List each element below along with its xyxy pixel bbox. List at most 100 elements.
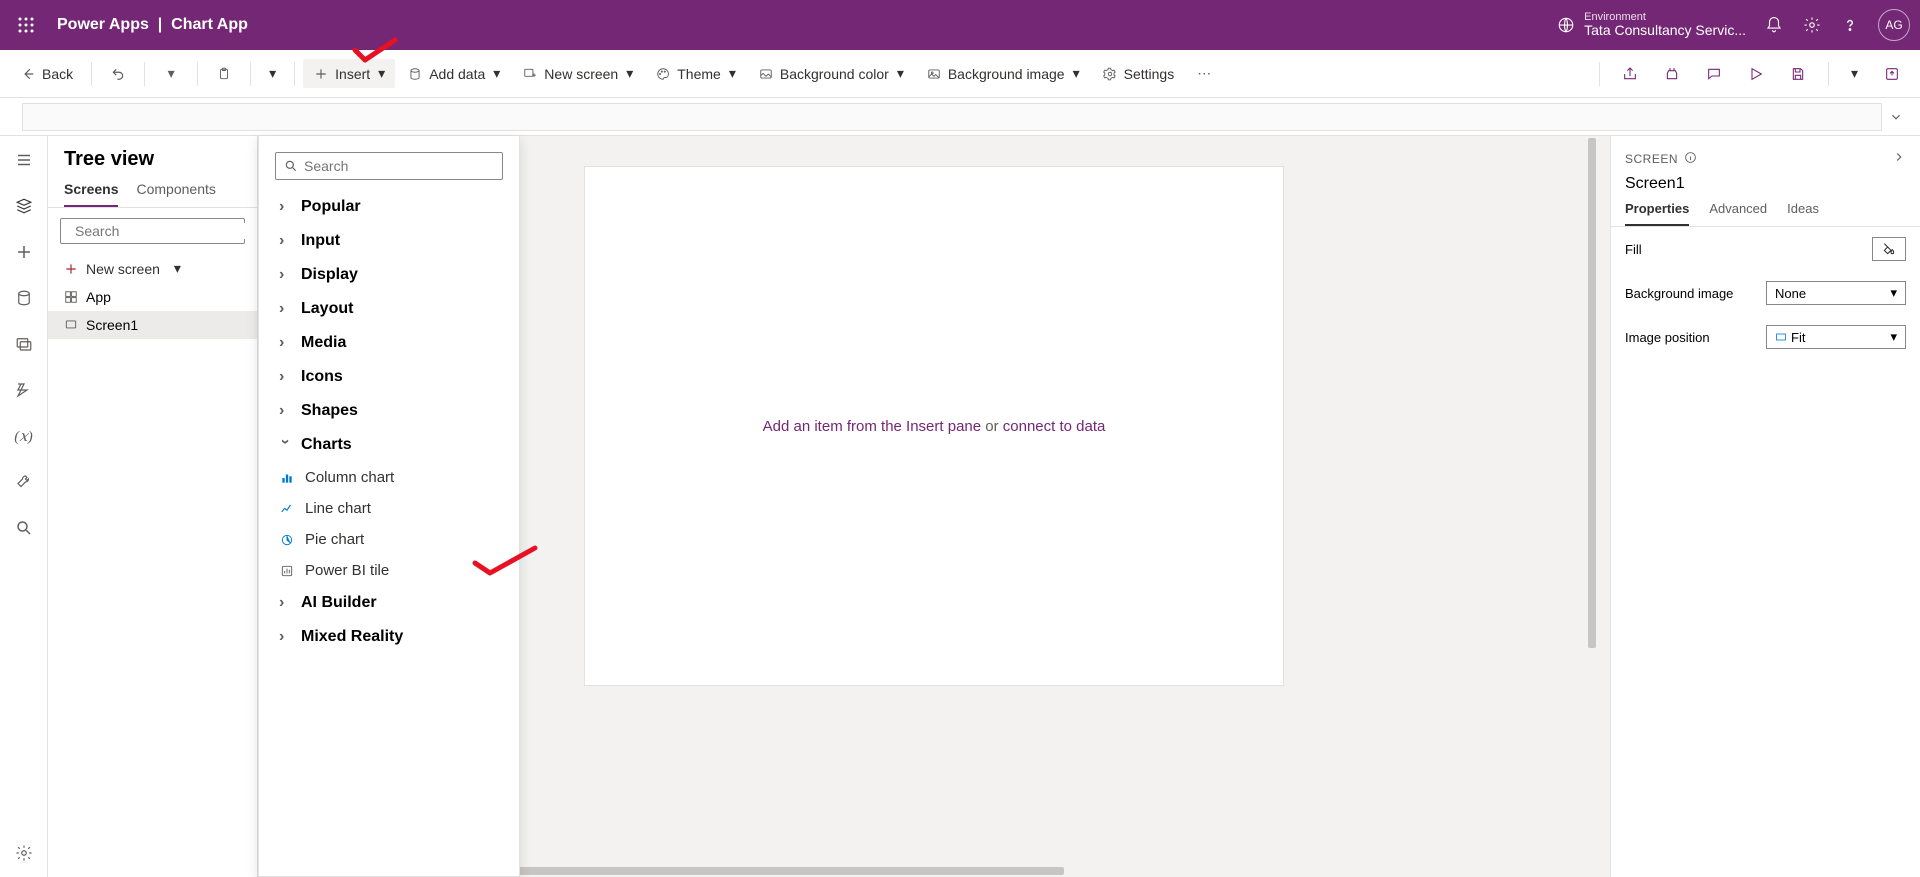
paste-dropdown[interactable]: ▾ — [259, 59, 286, 88]
chevron-right-icon: › — [279, 402, 291, 420]
canvas-hint: Add an item from the Insert pane or conn… — [763, 418, 1106, 435]
share-button[interactable] — [1612, 60, 1648, 88]
app-header: Power Apps | Chart App Environment Tata … — [0, 0, 1920, 50]
insert-item-line-chart[interactable]: Line chart — [259, 493, 519, 524]
environment-picker[interactable]: Environment Tata Consultancy Servic... — [1556, 11, 1746, 38]
new-screen-button[interactable]: New screen ▾ — [512, 59, 643, 88]
back-button[interactable]: Back — [10, 60, 83, 88]
save-button[interactable] — [1780, 60, 1816, 88]
chevron-down-icon: ▾ — [897, 65, 904, 82]
user-avatar[interactable]: AG — [1878, 9, 1910, 41]
expand-formula-bar[interactable] — [1882, 110, 1910, 124]
tab-screens[interactable]: Screens — [64, 181, 118, 207]
comments-button[interactable] — [1696, 60, 1732, 88]
new-screen-tree-button[interactable]: New screen ▾ — [48, 254, 257, 283]
arrow-left-icon — [20, 66, 36, 82]
canvas-hint-insert-link[interactable]: Add an item from the Insert pane — [763, 418, 981, 435]
insert-cat-mixed-reality[interactable]: ›Mixed Reality — [259, 620, 519, 654]
insert-search-input[interactable] — [304, 158, 494, 174]
share-icon — [1622, 66, 1638, 82]
props-tab-properties[interactable]: Properties — [1625, 201, 1689, 226]
insert-cat-input[interactable]: ›Input — [259, 224, 519, 258]
chevron-down-icon: ▾ — [1890, 285, 1897, 301]
publish-button[interactable] — [1874, 60, 1910, 88]
toolbar-overflow[interactable]: ⋯ — [1186, 60, 1222, 88]
globe-icon — [1556, 15, 1576, 35]
powerbi-icon — [279, 564, 295, 578]
insert-cat-icons[interactable]: ›Icons — [259, 360, 519, 394]
media-rail-icon[interactable] — [8, 328, 40, 360]
search-icon — [284, 159, 298, 173]
search-rail-icon[interactable] — [8, 512, 40, 544]
insert-item-column-chart[interactable]: Column chart — [259, 462, 519, 493]
tab-components[interactable]: Components — [136, 181, 215, 207]
chevron-right-icon: › — [279, 266, 291, 284]
vertical-scrollbar[interactable] — [1586, 136, 1598, 865]
paste-button[interactable] — [206, 60, 242, 88]
insert-cat-charts[interactable]: ›Charts — [259, 428, 519, 462]
props-tab-advanced[interactable]: Advanced — [1709, 201, 1767, 226]
notifications-icon[interactable] — [1764, 15, 1784, 35]
fit-icon — [1775, 331, 1787, 343]
collapse-properties-icon[interactable] — [1892, 150, 1906, 167]
insert-cat-ai-builder[interactable]: ›AI Builder — [259, 586, 519, 620]
app-title: Power Apps | Chart App — [57, 16, 248, 34]
palette-icon — [655, 66, 671, 82]
formula-input[interactable] — [22, 103, 1882, 131]
insert-cat-popular[interactable]: ›Popular — [259, 190, 519, 224]
app-icon — [64, 290, 78, 304]
pie-chart-icon — [279, 533, 295, 547]
insert-cat-shapes[interactable]: ›Shapes — [259, 394, 519, 428]
tree-item-app[interactable]: App — [48, 283, 257, 311]
tree-search[interactable] — [60, 218, 245, 244]
undo-button[interactable] — [100, 60, 136, 88]
chevron-down-icon: ▾ — [1073, 65, 1080, 82]
variables-icon[interactable]: (𝑥) — [8, 420, 40, 452]
background-image-button[interactable]: Background image ▾ — [916, 59, 1090, 88]
advanced-tools-icon[interactable] — [8, 466, 40, 498]
chevron-down-icon: ▾ — [626, 65, 633, 82]
environment-name: Tata Consultancy Servic... — [1584, 23, 1746, 38]
insert-cat-media[interactable]: ›Media — [259, 326, 519, 360]
annotation-check-insert — [350, 35, 400, 70]
image-position-select[interactable]: Fit ▾ — [1766, 325, 1906, 349]
canvas-hint-data-link[interactable]: connect to data — [1003, 418, 1106, 435]
hamburger-icon[interactable] — [8, 144, 40, 176]
preview-button[interactable] — [1738, 60, 1774, 88]
data-rail-icon[interactable] — [8, 282, 40, 314]
add-data-button[interactable]: Add data ▾ — [397, 59, 510, 88]
insert-rail-icon[interactable] — [8, 236, 40, 268]
bg-image-select[interactable]: None ▾ — [1766, 281, 1906, 305]
settings-rail-icon[interactable] — [8, 837, 40, 869]
insert-cat-layout[interactable]: ›Layout — [259, 292, 519, 326]
settings-button[interactable]: Settings — [1092, 60, 1185, 88]
database-icon — [407, 66, 423, 82]
play-icon — [1748, 66, 1764, 82]
chevron-right-icon: › — [279, 368, 291, 386]
plus-icon — [64, 262, 78, 276]
settings-gear-icon[interactable] — [1802, 15, 1822, 35]
annotation-check-column-chart — [470, 543, 540, 583]
info-icon[interactable] — [1684, 151, 1697, 167]
theme-button[interactable]: Theme ▾ — [645, 59, 746, 88]
more-icon: ⋯ — [1196, 66, 1212, 82]
app-checker-button[interactable] — [1654, 60, 1690, 88]
tree-view-icon[interactable] — [8, 190, 40, 222]
save-dropdown[interactable]: ▾ — [1841, 59, 1868, 88]
tree-search-input[interactable] — [75, 223, 256, 239]
insert-search[interactable] — [275, 152, 503, 180]
chevron-right-icon: › — [279, 232, 291, 250]
column-chart-icon — [279, 471, 295, 485]
chevron-down-icon: › — [276, 439, 294, 451]
insert-cat-display[interactable]: ›Display — [259, 258, 519, 292]
app-launcher-icon[interactable] — [10, 9, 42, 41]
help-icon[interactable] — [1840, 15, 1860, 35]
fill-color-picker[interactable] — [1872, 237, 1906, 261]
properties-panel: SCREEN Screen1 Properties Advanced Ideas… — [1610, 136, 1920, 877]
power-automate-icon[interactable] — [8, 374, 40, 406]
tree-item-screen1[interactable]: Screen1 — [48, 311, 257, 339]
props-tab-ideas[interactable]: Ideas — [1787, 201, 1819, 226]
design-canvas[interactable]: Add an item from the Insert pane or conn… — [584, 166, 1284, 686]
background-color-button[interactable]: Background color ▾ — [748, 59, 914, 88]
undo-dropdown[interactable]: ▾ — [153, 60, 189, 88]
